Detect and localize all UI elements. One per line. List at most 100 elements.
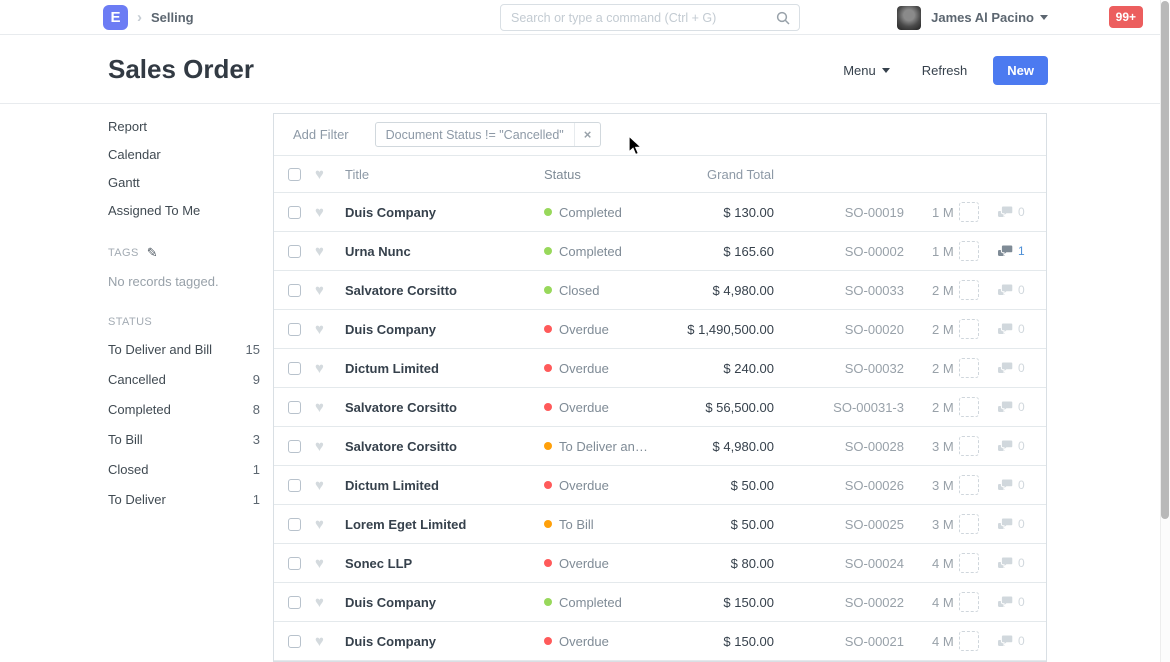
heart-icon[interactable]: ♥ [315,205,324,220]
row-grand-total: $ 165.60 [664,244,774,259]
row-title-link[interactable]: Dictum Limited [345,361,544,376]
table-row[interactable]: ♥ Duis Company Overdue $ 150.00 SO-00021… [274,622,1046,661]
row-title-link[interactable]: Dictum Limited [345,478,544,493]
assign-placeholder[interactable] [959,631,979,651]
heart-icon[interactable]: ♥ [315,361,324,376]
row-grand-total: $ 150.00 [664,595,774,610]
edit-tags-pencil-icon[interactable]: ✎ [147,245,158,261]
row-checkbox[interactable] [288,479,301,492]
row-checkbox[interactable] [288,635,301,648]
sales-order-list: Add Filter Document Status != "Cancelled… [273,113,1047,662]
row-title-link[interactable]: Duis Company [345,595,544,610]
assign-placeholder[interactable] [959,436,979,456]
sidebar-item-assigned-to-me[interactable]: Assigned To Me [108,202,260,219]
row-document-id: SO-00028 [774,439,904,454]
heart-icon[interactable]: ♥ [315,322,324,337]
heart-icon[interactable]: ♥ [315,517,324,532]
notification-badge[interactable]: 99+ [1109,6,1143,28]
row-title-link[interactable]: Salvatore Corsitto [345,283,544,298]
scrollbar-thumb[interactable] [1161,1,1169,519]
table-row[interactable]: ♥ Sonec LLP Overdue $ 80.00 SO-00024 4 M… [274,544,1046,583]
row-checkbox[interactable] [288,596,301,609]
row-checkbox[interactable] [288,401,301,414]
heart-icon[interactable]: ♥ [315,400,324,415]
status-filter-cancelled[interactable]: Cancelled9 [108,370,260,389]
row-title-link[interactable]: Sonec LLP [345,556,544,571]
heart-icon[interactable]: ♥ [315,283,324,298]
row-document-id: SO-00019 [774,205,904,220]
refresh-button[interactable]: Refresh [922,63,968,78]
heart-icon[interactable]: ♥ [315,439,324,454]
row-checkbox[interactable] [288,284,301,297]
remove-filter-icon[interactable]: × [574,123,601,146]
assign-placeholder[interactable] [959,280,979,300]
search-input[interactable] [501,5,776,30]
add-filter-button[interactable]: Add Filter [293,127,349,142]
heart-icon[interactable]: ♥ [315,556,324,571]
row-title-link[interactable]: Duis Company [345,322,544,337]
row-checkbox[interactable] [288,323,301,336]
table-row[interactable]: ♥ Duis Company Overdue $ 1,490,500.00 SO… [274,310,1046,349]
table-row[interactable]: ♥ Duis Company Completed $ 150.00 SO-000… [274,583,1046,622]
header-grand-total[interactable]: Grand Total [664,167,774,182]
assign-placeholder[interactable] [959,514,979,534]
table-row[interactable]: ♥ Dictum Limited Overdue $ 240.00 SO-000… [274,349,1046,388]
row-title-link[interactable]: Salvatore Corsitto [345,439,544,454]
top-navbar: E › Selling James Al Pacino 99+ [0,0,1170,35]
row-title-link[interactable]: Urna Nunc [345,244,544,259]
table-row[interactable]: ♥ Salvatore Corsitto Overdue $ 56,500.00… [274,388,1046,427]
status-filter-to-deliver[interactable]: To Deliver1 [108,490,260,509]
table-row[interactable]: ♥ Lorem Eget Limited To Bill $ 50.00 SO-… [274,505,1046,544]
tags-heading: TAGS [108,247,139,259]
select-all-checkbox[interactable] [288,168,301,181]
scrollbar-track[interactable] [1160,0,1170,662]
new-button[interactable]: New [993,56,1048,85]
row-title-link[interactable]: Duis Company [345,634,544,649]
table-row[interactable]: ♥ Duis Company Completed $ 130.00 SO-000… [274,193,1046,232]
row-checkbox[interactable] [288,362,301,375]
row-title-link[interactable]: Lorem Eget Limited [345,517,544,532]
assign-placeholder[interactable] [959,553,979,573]
assign-placeholder[interactable] [959,202,979,222]
row-modified-time: 2 M [904,283,959,298]
status-filter-to-bill[interactable]: To Bill3 [108,430,260,449]
table-row[interactable]: ♥ Urna Nunc Completed $ 165.60 SO-00002 … [274,232,1046,271]
comment-indicator: 0 [989,634,1046,648]
heart-icon[interactable]: ♥ [315,595,324,610]
row-checkbox[interactable] [288,245,301,258]
row-title-link[interactable]: Salvatore Corsitto [345,400,544,415]
sidebar-item-calendar[interactable]: Calendar [108,146,260,163]
heart-icon[interactable]: ♥ [315,634,324,649]
status-filter-closed[interactable]: Closed1 [108,460,260,479]
table-row[interactable]: ♥ Salvatore Corsitto Closed $ 4,980.00 S… [274,271,1046,310]
table-row[interactable]: ♥ Dictum Limited Overdue $ 50.00 SO-0002… [274,466,1046,505]
status-filter-completed[interactable]: Completed8 [108,400,260,419]
assign-placeholder[interactable] [959,358,979,378]
heart-icon[interactable]: ♥ [315,478,324,493]
assign-placeholder[interactable] [959,592,979,612]
app-logo[interactable]: E [103,5,128,30]
row-checkbox[interactable] [288,206,301,219]
status-dot-icon [544,325,552,333]
row-title-link[interactable]: Duis Company [345,205,544,220]
row-checkbox[interactable] [288,440,301,453]
sidebar-item-report[interactable]: Report [108,118,260,135]
assign-placeholder[interactable] [959,241,979,261]
status-filter-to-deliver-and-bill[interactable]: To Deliver and Bill15 [108,340,260,359]
assign-placeholder[interactable] [959,475,979,495]
list-sidebar: Report Calendar Gantt Assigned To Me TAGS ✎… [108,118,260,520]
filter-chip[interactable]: Document Status != "Cancelled" × [375,122,602,147]
header-title[interactable]: Title [345,167,544,182]
heart-icon[interactable]: ♥ [315,244,324,259]
header-status[interactable]: Status [544,167,664,182]
sidebar-item-gantt[interactable]: Gantt [108,174,260,191]
user-avatar[interactable] [897,6,921,30]
user-menu[interactable]: James Al Pacino [931,10,1048,25]
assign-placeholder[interactable] [959,397,979,417]
menu-button[interactable]: Menu [843,63,890,78]
table-row[interactable]: ♥ Salvatore Corsitto To Deliver an… $ 4,… [274,427,1046,466]
row-checkbox[interactable] [288,557,301,570]
assign-placeholder[interactable] [959,319,979,339]
row-checkbox[interactable] [288,518,301,531]
breadcrumb[interactable]: Selling [151,10,194,25]
